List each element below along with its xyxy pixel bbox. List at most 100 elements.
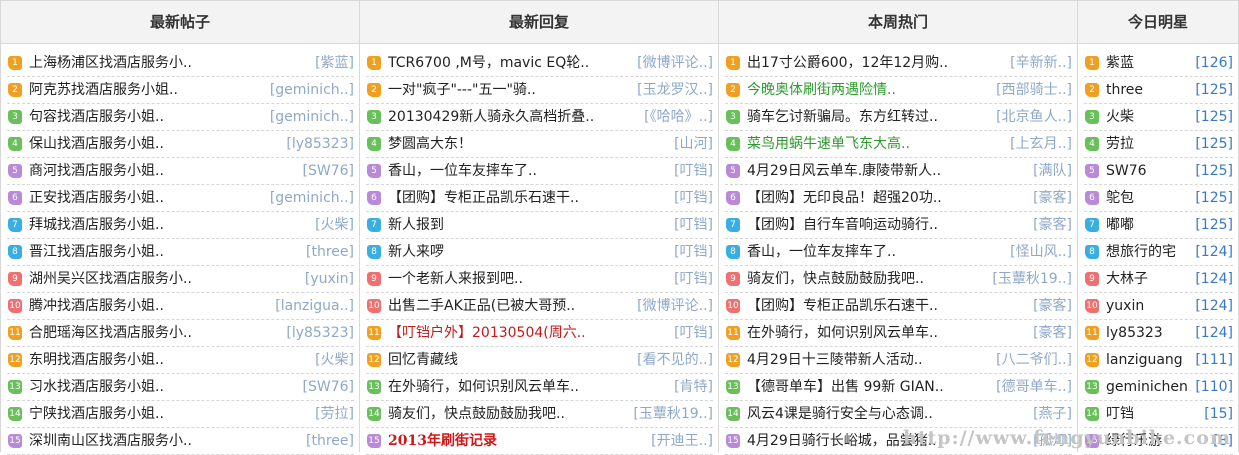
author-link[interactable]: [叮铛] [674,239,713,265]
thread-title-link[interactable]: 习水找酒店服务小姐.. [29,374,297,400]
column-heading[interactable]: 最新回复 [360,1,718,44]
list-item[interactable]: 9 骑友们，快点鼓励鼓励我吧.. [玉蕈秋19..] [725,266,1072,293]
thread-title-link[interactable]: 保山找酒店服务小姐.. [29,131,280,157]
author-link[interactable]: [叮铛] [674,320,713,346]
thread-title-link[interactable]: 【团购】专柜正品凯乐石速干.. [388,185,668,211]
list-item[interactable]: 11 合肥瑶海区找酒店服务小.. [ly85323] [7,320,354,347]
list-item[interactable]: 5 香山，一位车友摔车了.. [叮铛] [366,158,713,185]
list-item[interactable]: 10 yuxin [124] [1084,293,1233,320]
list-item[interactable]: 1 紫蓝 [126] [1084,50,1233,77]
list-item[interactable]: 9 大林子 [124] [1084,266,1233,293]
list-item[interactable]: 13 geminichen [110] [1084,374,1233,401]
author-link[interactable]: [北京鱼人..] [996,104,1072,130]
author-link[interactable]: [西部骑士..] [996,77,1072,103]
list-item[interactable]: 5 4月29日风云单车.康陵带新人.. [满队] [725,158,1072,185]
author-link[interactable]: [three] [306,428,354,454]
list-item[interactable]: 10 【团购】专柜正品凯乐石速干.. [豪客] [725,293,1072,320]
thread-title-link[interactable]: 新人报到 [388,212,668,238]
list-item[interactable]: 11 ly85323 [124] [1084,320,1233,347]
list-item[interactable]: 8 想旅行的宅 [124] [1084,239,1233,266]
author-link[interactable]: [《哈哈》..] [644,104,713,130]
author-link[interactable]: [叮铛] [674,212,713,238]
thread-title-link[interactable]: 【团购】无印良品！超强20功.. [747,185,1027,211]
list-item[interactable]: 2 一对"疯子"---"五一"骑.. [玉龙罗汉..] [366,77,713,104]
author-link[interactable]: [上玄月..] [1010,131,1072,157]
author-link[interactable]: [火柴] [315,212,354,238]
member-name-link[interactable]: geminichen [1106,374,1189,400]
thread-title-link[interactable]: 【叮铛户外】20130504(周六.. [388,320,668,346]
list-item[interactable]: 12 lanziguang [111] [1084,347,1233,374]
author-link[interactable]: [豪客] [1033,212,1072,238]
member-name-link[interactable]: lanziguang [1106,347,1189,373]
list-item[interactable]: 14 宁陕找酒店服务小姐.. [劳拉] [7,401,354,428]
list-item[interactable]: 4 保山找酒店服务小姐.. [ly85323] [7,131,354,158]
thread-title-link[interactable]: 【德哥单车】出售 99新 GIAN.. [747,374,990,400]
author-link[interactable]: [德哥单车..] [996,374,1072,400]
thread-title-link[interactable]: 【团购】专柜正品凯乐石速干.. [747,293,1027,319]
list-item[interactable]: 10 腾冲找酒店服务小姐.. [lanzigua..] [7,293,354,320]
member-name-link[interactable]: 叮铛 [1106,401,1198,427]
thread-title-link[interactable]: 阿克苏找酒店服务小姐.. [29,77,264,103]
list-item[interactable]: 7 新人报到 [叮铛] [366,212,713,239]
thread-title-link[interactable]: 香山，一位车友摔车了.. [747,239,1004,265]
list-item[interactable]: 14 骑友们，快点鼓励鼓励我吧.. [玉蕈秋19..] [366,401,713,428]
author-link[interactable]: [满队] [1033,158,1072,184]
list-item[interactable]: 11 【叮铛户外】20130504(周六.. [叮铛] [366,320,713,347]
list-item[interactable]: 3 火柴 [125] [1084,104,1233,131]
list-item[interactable]: 2 今晚奥体刷街两遇险情.. [西部骑士..] [725,77,1072,104]
list-item[interactable]: 6 【团购】无印良品！超强20功.. [豪客] [725,185,1072,212]
list-item[interactable]: 3 骑车乞讨新骗局。东方红转过.. [北京鱼人..] [725,104,1072,131]
thread-title-link[interactable]: 句容找酒店服务小姐.. [29,104,264,130]
thread-title-link[interactable]: 4月29日风云单车.康陵带新人.. [747,158,1027,184]
list-item[interactable]: 5 SW76 [125] [1084,158,1233,185]
author-link[interactable]: [three] [306,239,354,265]
member-name-link[interactable]: three [1106,77,1189,103]
thread-title-link[interactable]: 正安找酒店服务小姐.. [29,185,264,211]
author-link[interactable]: [玉蕈秋19..] [633,401,713,427]
author-link[interactable]: [豪客] [1033,185,1072,211]
author-link[interactable]: [火柴] [315,347,354,373]
list-item[interactable]: 13 在外骑行，如何识别风云单车.. [肯特] [366,374,713,401]
list-item[interactable]: 9 湖州吴兴区找酒店服务小.. [yuxin] [7,266,354,293]
member-name-link[interactable]: 火柴 [1106,104,1189,130]
member-name-link[interactable]: 想旅行的宅 [1106,239,1189,265]
list-item[interactable]: 12 4月29日十三陵带新人活动.. [八二爷们..] [725,347,1072,374]
list-item[interactable]: 1 上海杨浦区找酒店服务小.. [紫蓝] [7,50,354,77]
thread-title-link[interactable]: 东明找酒店服务小姐.. [29,347,309,373]
author-link[interactable]: [山河] [674,131,713,157]
list-item[interactable]: 12 回忆青藏线 [看不见的..] [366,347,713,374]
author-link[interactable]: [豪客] [1033,293,1072,319]
author-link[interactable]: [肯特] [674,374,713,400]
author-link[interactable]: [geminich..] [270,104,354,130]
thread-title-link[interactable]: 菜鸟用蜗牛速单飞东大高.. [747,131,1004,157]
list-item[interactable]: 10 出售二手AK正品(已被大哥预.. [微博评论..] [366,293,713,320]
thread-title-link[interactable]: 风云4课是骑行安全与心态调.. [747,401,1027,427]
author-link[interactable]: [辛新新..] [1010,50,1072,76]
thread-title-link[interactable]: 出售二手AK正品(已被大哥预.. [388,293,631,319]
column-heading[interactable]: 本周热门 [719,1,1077,44]
author-link[interactable]: [yuxin] [305,266,354,292]
thread-title-link[interactable]: 宁陕找酒店服务小姐.. [29,401,309,427]
list-item[interactable]: 13 习水找酒店服务小姐.. [SW76] [7,374,354,401]
thread-title-link[interactable]: 香山，一位车友摔车了.. [388,158,668,184]
author-link[interactable]: [开迪王..] [651,428,713,454]
member-name-link[interactable]: 大林子 [1106,266,1189,292]
list-item[interactable]: 9 一个老新人来报到吧.. [叮铛] [366,266,713,293]
thread-title-link[interactable]: 20130429新人骑永久高档折叠.. [388,104,638,130]
thread-title-link[interactable]: 晋江找酒店服务小姐.. [29,239,300,265]
author-link[interactable]: [紫蓝] [315,50,354,76]
list-item[interactable]: 2 阿克苏找酒店服务小姐.. [geminich..] [7,77,354,104]
member-name-link[interactable]: 劳拉 [1106,131,1189,157]
author-link[interactable]: [豪客] [1033,320,1072,346]
list-item[interactable]: 12 东明找酒店服务小姐.. [火柴] [7,347,354,374]
member-name-link[interactable]: ly85323 [1106,320,1189,346]
list-item[interactable]: 7 嘟嘟 [125] [1084,212,1233,239]
author-link[interactable]: [微博评论..] [637,293,713,319]
thread-title-link[interactable]: 上海杨浦区找酒店服务小.. [29,50,309,76]
author-link[interactable]: [ly85323] [286,131,354,157]
list-item[interactable]: 8 新人来啰 [叮铛] [366,239,713,266]
thread-title-link[interactable]: 2013年刷街记录 [388,428,645,454]
thread-title-link[interactable]: 在外骑行，如何识别风云单车.. [747,320,1027,346]
list-item[interactable]: 2 three [125] [1084,77,1233,104]
list-item[interactable]: 4 劳拉 [125] [1084,131,1233,158]
